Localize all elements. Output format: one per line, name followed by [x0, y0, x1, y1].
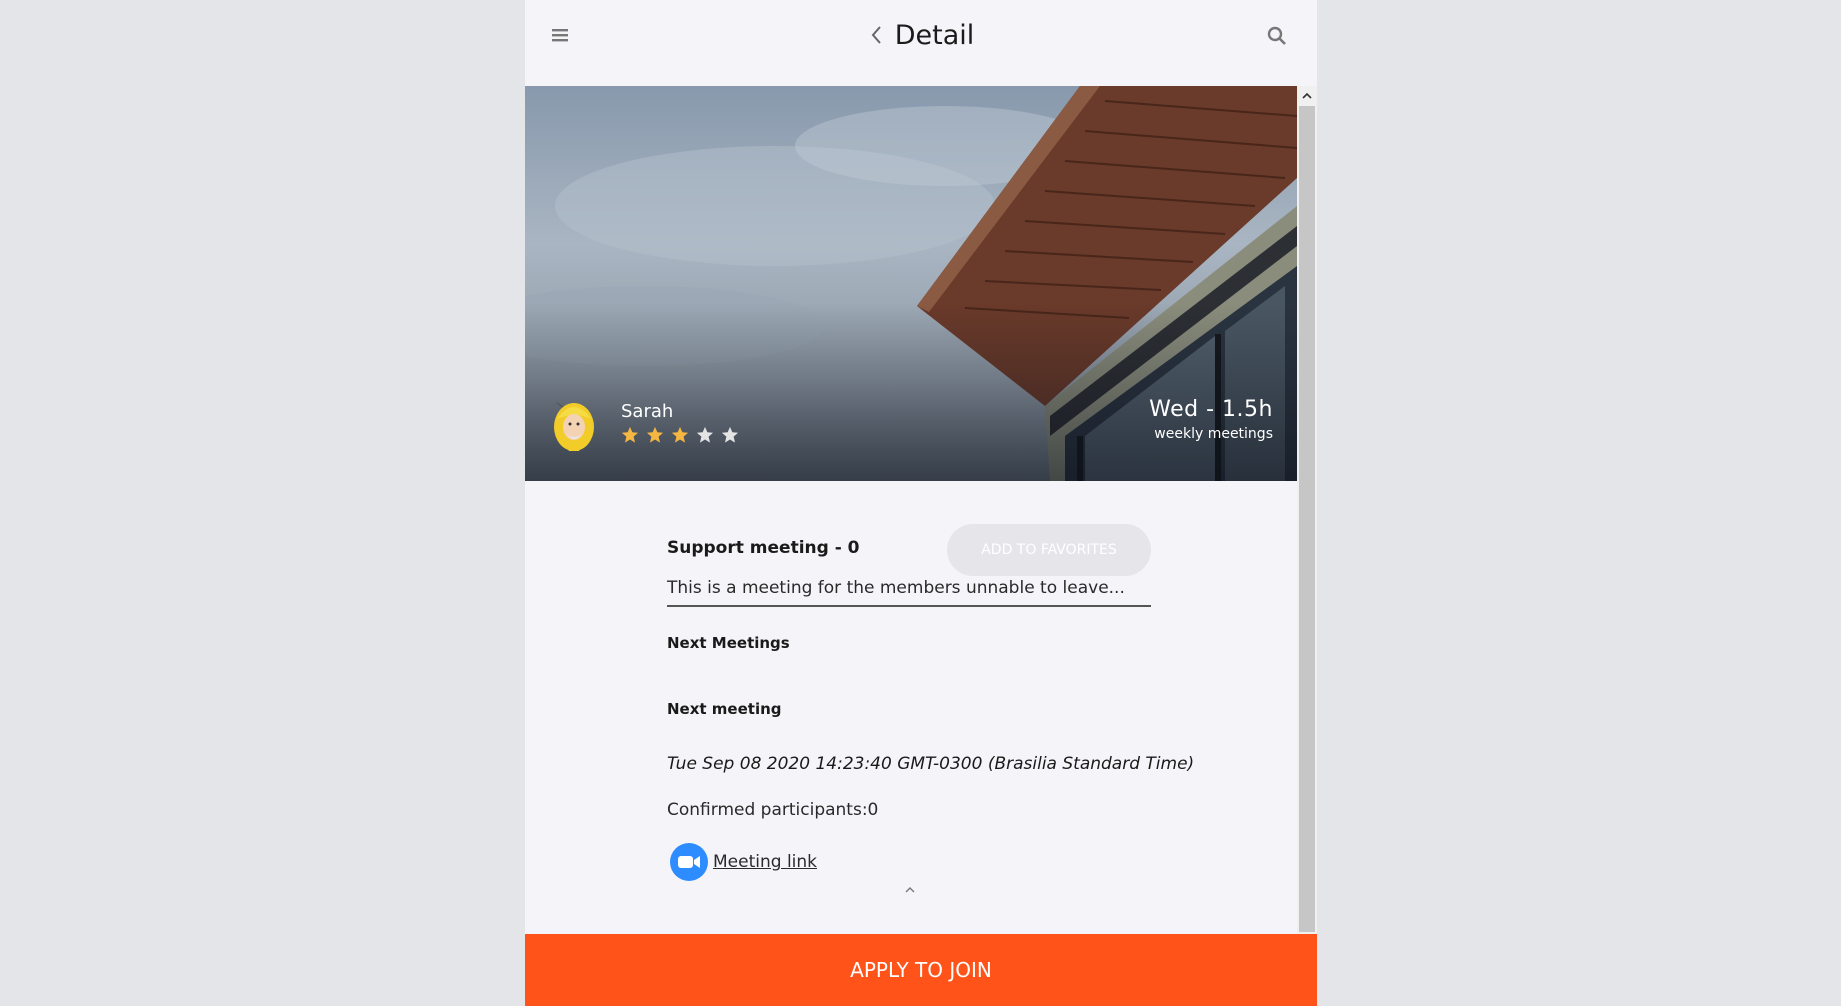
meeting-schedule: Wed - 1.5h weekly meetings — [1149, 397, 1273, 442]
page-title: Detail — [894, 20, 975, 51]
vertical-scrollbar[interactable] — [1297, 86, 1317, 934]
title-group: Detail — [525, 20, 1317, 60]
star-empty-icon — [697, 426, 714, 443]
confirmed-participants: Confirmed participants:0 — [667, 800, 879, 820]
next-meeting-heading: Next meeting — [667, 700, 782, 718]
app-window: Detail Sarah Wed - 1.5h weekly meetings … — [525, 0, 1317, 1006]
add-to-favorites-button[interactable]: ADD TO FAVORITES — [947, 524, 1151, 576]
meeting-link[interactable]: Meeting link — [713, 852, 817, 872]
meeting-datetime: Tue Sep 08 2020 14:23:40 GMT-0300 (Brasi… — [667, 754, 1195, 774]
divider — [667, 605, 1151, 607]
apply-to-join-button[interactable]: APPLY TO JOIN — [525, 934, 1317, 1006]
search-icon[interactable] — [1267, 26, 1291, 50]
scrollbar-thumb[interactable] — [1299, 106, 1315, 932]
host-avatar[interactable] — [549, 397, 599, 453]
meeting-description: This is a meeting for the members unnabl… — [667, 578, 1125, 598]
star-filled-icon — [621, 426, 639, 443]
chevron-up-icon[interactable] — [900, 882, 920, 896]
detail-scroll-area[interactable]: Sarah Wed - 1.5h weekly meetings Support… — [525, 86, 1297, 934]
scroll-up-arrow-icon[interactable] — [1297, 86, 1317, 106]
hero-image: Sarah Wed - 1.5h weekly meetings — [525, 86, 1297, 481]
video-camera-icon[interactable] — [669, 842, 709, 882]
host-rating — [621, 426, 741, 446]
schedule-frequency: weekly meetings — [1154, 426, 1273, 442]
schedule-summary: Wed - 1.5h — [1149, 397, 1273, 422]
top-bar: Detail — [525, 0, 1317, 86]
next-meetings-heading: Next Meetings — [667, 634, 790, 652]
chevron-left-icon[interactable] — [868, 24, 884, 48]
host-name: Sarah — [621, 401, 674, 422]
star-empty-icon — [722, 426, 739, 443]
star-filled-icon — [646, 426, 664, 443]
star-filled-icon — [672, 426, 689, 443]
meeting-title: Support meeting - 0 — [667, 538, 860, 558]
